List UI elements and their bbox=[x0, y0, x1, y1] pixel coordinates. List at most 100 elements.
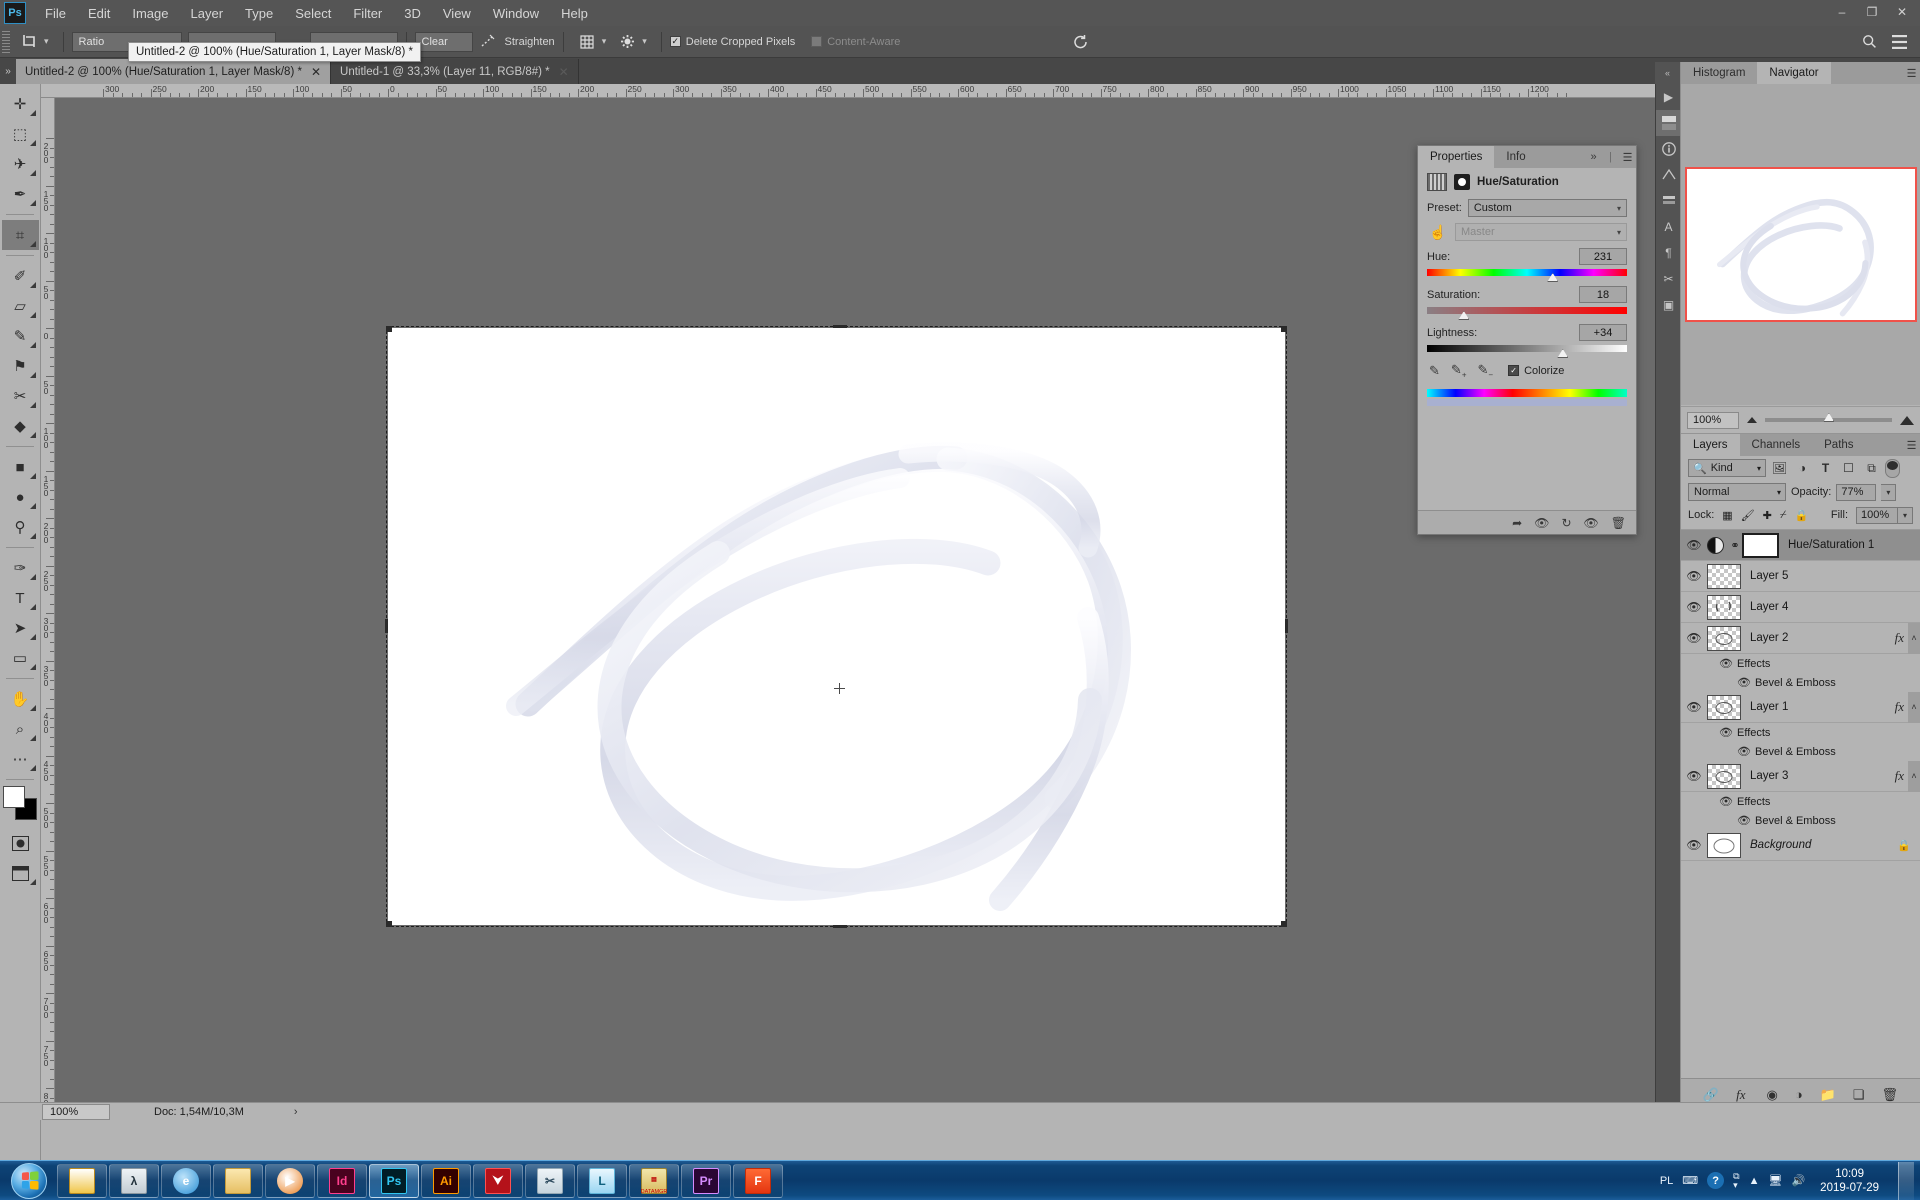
eraser-tool[interactable]: ◆ bbox=[2, 411, 39, 441]
taskbar-button-windows-media-player[interactable]: ▶ bbox=[265, 1163, 315, 1198]
network-icon[interactable]: 🖥 bbox=[1769, 1174, 1783, 1187]
opacity-input[interactable]: 77% bbox=[1836, 483, 1877, 501]
layer-visibility-icon[interactable]: 👁 bbox=[1681, 569, 1707, 583]
rectangle-tool[interactable]: ▭ bbox=[2, 643, 39, 673]
layer-visibility-icon[interactable]: 👁 bbox=[1681, 538, 1707, 552]
character-panel-icon[interactable]: A bbox=[1656, 214, 1681, 240]
maximize-button[interactable]: ❐ bbox=[1858, 2, 1886, 22]
zoom-in-icon[interactable] bbox=[1900, 415, 1914, 425]
taskbar-button-latex[interactable]: λ bbox=[109, 1163, 159, 1198]
straighten-icon[interactable] bbox=[473, 29, 503, 55]
crop-handle-tr[interactable] bbox=[1281, 326, 1287, 332]
on-image-adjust-icon[interactable]: ☝ bbox=[1427, 224, 1449, 241]
crop-handle-top[interactable] bbox=[833, 325, 847, 328]
taskbar-button-lync[interactable]: L bbox=[577, 1163, 627, 1198]
layer-thumbnail[interactable] bbox=[1707, 694, 1741, 720]
taskbar-button-snipping-tool[interactable]: ✂ bbox=[525, 1163, 575, 1198]
layer-effects-group[interactable]: 👁 Effects bbox=[1681, 654, 1920, 673]
document-window[interactable] bbox=[385, 325, 1288, 928]
path-selection-tool[interactable]: ➤ bbox=[2, 613, 39, 643]
document-tab[interactable]: Untitled-2 @ 100% (Hue/Saturation 1, Lay… bbox=[16, 59, 332, 84]
start-button[interactable] bbox=[2, 1162, 56, 1200]
volume-icon[interactable]: 🔊 bbox=[1791, 1174, 1805, 1187]
shape-filter-icon[interactable]: ☐ bbox=[1839, 459, 1858, 477]
layer-visibility-icon[interactable]: 👁 bbox=[1681, 838, 1707, 852]
smartobject-filter-icon[interactable]: ⧉ bbox=[1862, 459, 1881, 477]
canvas-area[interactable] bbox=[55, 98, 1920, 1110]
healing-brush-tool[interactable]: ▱ bbox=[2, 291, 39, 321]
lock-artboard-icon[interactable]: ⌿ bbox=[1780, 509, 1787, 522]
tool-preset-chevron-icon[interactable]: ▾ bbox=[44, 36, 49, 47]
navigator-view-box[interactable] bbox=[1684, 167, 1917, 322]
collapse-icon[interactable]: » bbox=[1585, 146, 1602, 168]
crop-handle-bl[interactable] bbox=[386, 921, 392, 927]
options-bar-grip[interactable] bbox=[2, 30, 10, 53]
history-panel-icon[interactable] bbox=[1656, 188, 1681, 214]
grid-overlay-icon[interactable] bbox=[572, 29, 602, 55]
move-tool[interactable]: ✛ bbox=[2, 89, 39, 119]
taskbar-button-premiere[interactable]: Pr bbox=[681, 1163, 731, 1198]
adjustments-panel-icon[interactable] bbox=[1656, 110, 1681, 136]
new-group-icon[interactable]: 📁 bbox=[1820, 1087, 1836, 1103]
lock-all-icon[interactable]: 🔒 bbox=[1795, 509, 1809, 522]
actions-panel-icon[interactable]: ✂ bbox=[1656, 266, 1681, 292]
crop-tool-icon[interactable] bbox=[14, 29, 44, 55]
effect-visibility-icon[interactable]: 👁 bbox=[1715, 726, 1737, 739]
quick-mask-icon[interactable] bbox=[2, 828, 39, 858]
menu-item-select[interactable]: Select bbox=[284, 2, 342, 25]
rail-collapse-button[interactable]: « bbox=[1655, 62, 1680, 84]
language-indicator[interactable]: PL bbox=[1660, 1175, 1673, 1187]
effects-collapse-icon[interactable]: ˄ bbox=[1908, 691, 1920, 723]
eyedropper-minus-icon[interactable]: ✎− bbox=[1477, 362, 1493, 380]
mask-link-icon[interactable]: ⚭ bbox=[1728, 539, 1742, 552]
fill-input[interactable]: 100% bbox=[1856, 506, 1898, 524]
lock-image-icon[interactable]: 🖌 bbox=[1741, 509, 1755, 522]
layer-visibility-icon[interactable]: 👁 bbox=[1681, 700, 1707, 714]
layer-thumbnail[interactable] bbox=[1707, 763, 1741, 789]
close-button[interactable]: ✕ bbox=[1888, 2, 1916, 22]
menu-item-filter[interactable]: Filter bbox=[342, 2, 393, 25]
taskbar-button-photoshop[interactable]: Ps bbox=[369, 1163, 419, 1198]
straighten-label[interactable]: Straighten bbox=[505, 36, 555, 48]
close-icon[interactable]: ✕ bbox=[311, 65, 321, 79]
minimize-button[interactable]: – bbox=[1828, 2, 1856, 22]
layer-effects-group[interactable]: 👁 Effects bbox=[1681, 723, 1920, 742]
crop-handle-tl[interactable] bbox=[386, 326, 392, 332]
link-layers-icon[interactable]: 🔗 bbox=[1703, 1087, 1719, 1103]
layer-row[interactable]: 👁 Background 🔒 bbox=[1681, 830, 1920, 861]
screen-mode-icon[interactable] bbox=[2, 858, 39, 888]
layer-list[interactable]: 👁 ⚭ Hue/Saturation 1 👁 Layer 5 👁 Layer 4 👁 Layer… bbox=[1681, 529, 1920, 1077]
layer-row[interactable]: 👁 Layer 3 fx ˄ bbox=[1681, 760, 1920, 792]
effects-collapse-icon[interactable]: ˄ bbox=[1908, 622, 1920, 654]
tab-histogram[interactable]: Histogram bbox=[1681, 62, 1757, 84]
layer-visibility-icon[interactable]: 👁 bbox=[1681, 769, 1707, 783]
hue-slider[interactable] bbox=[1427, 269, 1627, 282]
reset-icon[interactable]: ↻ bbox=[1561, 516, 1571, 530]
tab-info[interactable]: Info bbox=[1494, 146, 1537, 168]
layer-fx-icon[interactable]: fx bbox=[1895, 768, 1904, 784]
content-aware-checkbox[interactable]: Content-Aware bbox=[811, 36, 900, 48]
layer-fx-icon[interactable]: fx bbox=[1895, 699, 1904, 715]
layer-thumbnail[interactable] bbox=[1707, 563, 1741, 589]
crop-handle-bottom[interactable] bbox=[833, 925, 847, 928]
effect-visibility-icon[interactable]: 👁 bbox=[1733, 676, 1755, 689]
clear-ratio-button[interactable]: Clear bbox=[414, 31, 473, 52]
status-zoom-input[interactable]: 100% bbox=[42, 1103, 110, 1120]
show-desktop-button[interactable] bbox=[1898, 1161, 1914, 1200]
keyboard-icon[interactable]: ⌨ bbox=[1682, 1174, 1698, 1187]
menu-item-help[interactable]: Help bbox=[550, 2, 599, 25]
navigator-zoom-slider[interactable] bbox=[1765, 413, 1892, 422]
blend-mode-select[interactable]: Normal ▾ bbox=[1688, 483, 1786, 501]
layer-row[interactable]: 👁 Layer 5 bbox=[1681, 561, 1920, 592]
layer-fx-icon[interactable]: fx bbox=[1895, 630, 1904, 646]
layer-visibility-icon[interactable]: 👁 bbox=[1681, 600, 1707, 614]
menu-item-layer[interactable]: Layer bbox=[180, 2, 235, 25]
clip-to-layer-icon[interactable]: ➦ bbox=[1512, 516, 1522, 530]
taskbar-button-illustrator[interactable]: Ai bbox=[421, 1163, 471, 1198]
network-flyout-icon[interactable]: ⧉ ▾ bbox=[1733, 1171, 1739, 1190]
layer-thumbnail[interactable] bbox=[1707, 832, 1741, 858]
menu-item-file[interactable]: File bbox=[34, 2, 77, 25]
brush-tool[interactable]: ✎ bbox=[2, 321, 39, 351]
pixel-filter-icon[interactable]: 🖼 bbox=[1770, 459, 1789, 477]
taskbar-button-outlook[interactable] bbox=[57, 1163, 107, 1198]
